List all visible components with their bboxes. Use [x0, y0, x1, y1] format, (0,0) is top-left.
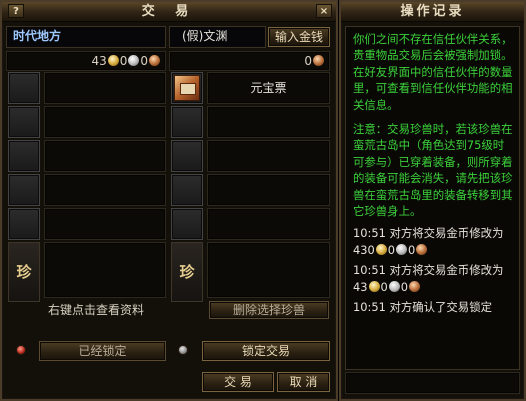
- silver-coin-icon: [388, 280, 400, 292]
- log-title: 操作记录: [400, 4, 465, 19]
- gold-coin-icon: [107, 55, 119, 66]
- partner-item-slot-2[interactable]: [171, 106, 203, 138]
- log-title-bar: 操作记录: [341, 2, 524, 22]
- silver-coin-icon: [396, 243, 407, 255]
- partner-player-name: (假)文渊: [182, 29, 228, 43]
- my-item-row-5[interactable]: [44, 208, 166, 240]
- my-item-row-4[interactable]: [44, 174, 166, 206]
- partner-money-row: 0: [169, 51, 330, 71]
- my-pet-box[interactable]: [44, 242, 166, 298]
- my-silver-amount: 0: [119, 54, 128, 68]
- cancel-button[interactable]: 取 消: [277, 372, 330, 392]
- partner-item-slot-1[interactable]: [171, 72, 203, 104]
- my-item-row-2[interactable]: [44, 106, 166, 138]
- partner-pet-box[interactable]: [207, 242, 330, 298]
- log-warning-text: 注意：交易珍兽时，若该珍兽在蛮荒古岛中（角色达到75级时可参与）已穿着装备，则所…: [353, 122, 513, 219]
- my-item-slot-4[interactable]: [8, 174, 40, 206]
- trade-title: 交 易: [141, 4, 197, 19]
- my-item-row-1[interactable]: [44, 72, 166, 104]
- log-footer-bar: [345, 372, 520, 394]
- partner-item-row-5[interactable]: [207, 208, 330, 240]
- already-locked-button[interactable]: 已经锁定: [39, 341, 166, 361]
- partner-item-row-4[interactable]: [207, 174, 330, 206]
- partner-item-row-2[interactable]: [207, 106, 330, 138]
- copper-coin-icon: [409, 280, 420, 292]
- gold-coin-icon: [375, 243, 387, 255]
- pet-hint-text: 右键点击查看资料: [48, 303, 145, 317]
- my-gold-amount: 43: [91, 54, 107, 68]
- delete-pet-button[interactable]: 删除选择珍兽: [209, 301, 329, 319]
- my-name-bar: 时代地方: [6, 26, 166, 48]
- silver-coin-icon: [128, 55, 140, 66]
- copper-coin-icon: [313, 55, 324, 66]
- my-lock-indicator-icon: [16, 345, 26, 355]
- partner-item-slot-4[interactable]: [171, 174, 203, 206]
- trade-confirm-button[interactable]: 交 易: [202, 372, 274, 392]
- my-item-slot-2[interactable]: [8, 106, 40, 138]
- my-money-row: 43 0 0: [6, 51, 166, 71]
- gold-coin-icon: [368, 280, 380, 292]
- partner-item-name: 元宝票: [250, 81, 287, 95]
- partner-name-bar: (假)文渊: [169, 26, 266, 48]
- my-item-slot-5[interactable]: [8, 208, 40, 240]
- my-copper-amount: 0: [140, 54, 148, 68]
- help-button[interactable]: ?: [8, 4, 24, 18]
- partner-copper-amount: 0: [304, 54, 312, 68]
- partner-pet-slot[interactable]: 珍: [171, 242, 203, 302]
- my-item-slot-1[interactable]: [8, 72, 40, 104]
- log-entry: 10:51 对方将交易金币修改为430 0 0: [353, 226, 504, 257]
- copper-coin-icon: [416, 243, 428, 255]
- partner-item-row-1[interactable]: 元宝票: [207, 72, 330, 104]
- my-player-name: 时代地方: [13, 29, 62, 43]
- input-money-button[interactable]: 输入金钱: [268, 27, 330, 47]
- gold-ticket-icon: [174, 75, 200, 101]
- trade-title-bar: 交 易: [2, 2, 336, 22]
- log-window: 操作记录 你们之间不存在信任伙伴关系，贵重物品交易后会被强制加锁。在好友界面中的…: [339, 0, 526, 401]
- log-intro-text: 你们之间不存在信任伙伴关系，贵重物品交易后会被强制加锁。在好友界面中的信任伙伴的…: [353, 32, 513, 112]
- log-entry: 10:51 对方将交易金币修改为43 0 0: [353, 263, 504, 294]
- partner-item-row-3[interactable]: [207, 140, 330, 172]
- log-content: 你们之间不存在信任伙伴关系，贵重物品交易后会被强制加锁。在好友界面中的信任伙伴的…: [345, 26, 520, 370]
- lock-trade-button[interactable]: 锁定交易: [202, 341, 330, 361]
- copper-coin-icon: [149, 55, 160, 66]
- close-button[interactable]: ×: [316, 4, 332, 18]
- my-item-slot-3[interactable]: [8, 140, 40, 172]
- trade-window: 交 易 ? × 时代地方 (假)文渊 输入金钱 43 0 0 0 元宝票 珍 珍…: [0, 0, 338, 401]
- my-item-row-3[interactable]: [44, 140, 166, 172]
- my-pet-slot[interactable]: 珍: [8, 242, 40, 302]
- partner-item-slot-5[interactable]: [171, 208, 203, 240]
- log-entry: 10:51 对方确认了交易锁定: [353, 300, 492, 315]
- partner-item-slot-3[interactable]: [171, 140, 203, 172]
- partner-lock-indicator-icon: [178, 345, 188, 355]
